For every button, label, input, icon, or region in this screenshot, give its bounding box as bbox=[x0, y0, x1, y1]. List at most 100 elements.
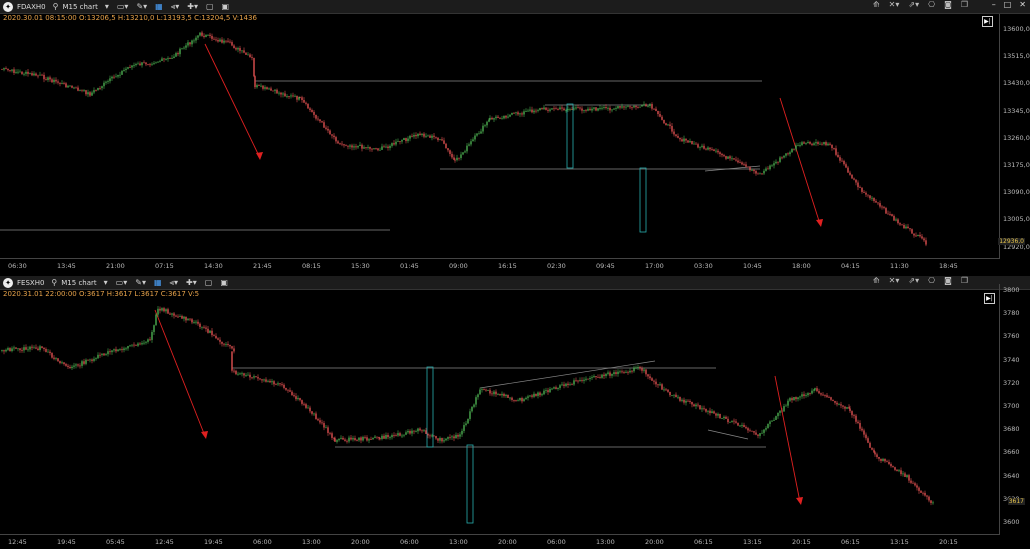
link-icon[interactable]: ⎔ bbox=[928, 276, 935, 285]
top-price-axis[interactable]: 13600,0 13515,0 13430,0 13345,0 13260,0 13175… bbox=[999, 14, 1030, 258]
candle-body bbox=[910, 480, 912, 483]
candle-body bbox=[825, 142, 827, 146]
candle-body bbox=[472, 139, 474, 142]
candle-body bbox=[464, 151, 466, 153]
candle-body bbox=[227, 344, 229, 345]
candle-body bbox=[53, 357, 55, 359]
candle-body bbox=[429, 435, 431, 437]
top-timeframe-dropdown[interactable]: M15 chart bbox=[62, 3, 97, 11]
chart-icon[interactable]: ▦ bbox=[154, 278, 162, 287]
display-icon[interactable]: ▭▾ bbox=[116, 278, 128, 287]
candle-body bbox=[462, 152, 464, 155]
candle-body bbox=[493, 118, 495, 120]
square-icon[interactable]: ▣ bbox=[222, 2, 230, 11]
square-icon[interactable]: ▢ bbox=[205, 278, 213, 287]
bottom-price-axis[interactable]: 3800378037603740372037003680366036403620… bbox=[999, 284, 1030, 534]
candle-body bbox=[533, 393, 535, 397]
candle-body bbox=[113, 349, 115, 351]
search-icon[interactable]: ⚲ bbox=[51, 278, 57, 287]
search-icon[interactable]: ⚲ bbox=[53, 2, 59, 11]
candle-body bbox=[611, 373, 613, 376]
candle-body bbox=[579, 380, 581, 382]
candle-body bbox=[29, 346, 31, 350]
price-tick-label: 3700 bbox=[1003, 402, 1020, 410]
chart-icon[interactable]: ▦ bbox=[155, 2, 163, 11]
candle-body bbox=[828, 396, 830, 398]
tools-icon[interactable]: ✕▾ bbox=[889, 276, 900, 285]
bar-icon[interactable]: ⫷▾ bbox=[170, 278, 179, 288]
candle-body bbox=[607, 372, 609, 374]
chevron-down-icon[interactable]: ▾ bbox=[105, 2, 109, 11]
link-icon[interactable]: ⎔ bbox=[928, 0, 935, 9]
candle-body bbox=[507, 394, 509, 398]
chevron-down-icon[interactable]: ▾ bbox=[104, 278, 108, 287]
top-symbol-label[interactable]: FDAXH0 bbox=[17, 3, 46, 11]
candle-body bbox=[902, 473, 904, 475]
objects-icon[interactable]: ⟰ bbox=[873, 276, 880, 285]
time-tick-label: 13:00 bbox=[302, 538, 321, 546]
candle-body bbox=[873, 449, 875, 453]
square-icon[interactable]: ▢ bbox=[206, 2, 214, 11]
candle-body bbox=[441, 139, 443, 141]
candle-body bbox=[189, 318, 191, 320]
candle-body bbox=[569, 384, 571, 386]
candle-body bbox=[51, 79, 53, 83]
crosshair-icon[interactable]: ✚▾ bbox=[187, 2, 198, 11]
camera-icon[interactable]: ◙ bbox=[944, 276, 952, 285]
candle-body bbox=[397, 141, 399, 142]
candle-body bbox=[615, 108, 617, 110]
top-time-axis[interactable]: 06:30 13:45 21:00 07:15 14:30 21:45 08:15 15:30… bbox=[0, 258, 1000, 273]
candle-body bbox=[161, 308, 163, 311]
candle-body bbox=[93, 90, 95, 93]
candle-body bbox=[77, 87, 79, 91]
candle-body bbox=[539, 392, 541, 396]
display-icon[interactable]: ▭▾ bbox=[117, 2, 129, 11]
candle-body bbox=[421, 133, 423, 135]
measure-box bbox=[566, 103, 574, 169]
maximize-button[interactable]: □ bbox=[1004, 0, 1012, 9]
window-icon[interactable]: ❐ bbox=[961, 276, 968, 285]
camera-icon[interactable]: ◙ bbox=[944, 0, 952, 9]
top-price-chart[interactable] bbox=[0, 14, 1000, 272]
square-icon[interactable]: ▣ bbox=[220, 278, 228, 287]
pencil-icon[interactable]: ✎▾ bbox=[135, 278, 146, 287]
candle-body bbox=[1, 350, 3, 352]
candle-body bbox=[930, 500, 932, 503]
price-tick-label: 3760 bbox=[1003, 332, 1020, 341]
bottom-price-chart[interactable] bbox=[0, 290, 1000, 548]
candle-body bbox=[681, 399, 683, 401]
minimize-button[interactable]: – bbox=[992, 0, 996, 9]
candle-body bbox=[843, 160, 845, 165]
candle-body bbox=[433, 135, 435, 137]
time-tick-label: 01:45 bbox=[400, 262, 419, 270]
candle-body bbox=[928, 496, 930, 501]
candle-body bbox=[201, 326, 203, 328]
candle-body bbox=[35, 347, 37, 349]
candle-body bbox=[483, 389, 485, 391]
link-icon[interactable]: ⇗▾ bbox=[908, 276, 919, 285]
link-icon[interactable]: ⇗▾ bbox=[908, 0, 919, 9]
candle-body bbox=[777, 161, 779, 163]
candle-body bbox=[352, 438, 354, 440]
candle-body bbox=[389, 437, 391, 438]
crosshair-icon[interactable]: ✚▾ bbox=[186, 278, 197, 287]
bottom-timeframe-dropdown[interactable]: M15 chart bbox=[61, 279, 96, 287]
candle-body bbox=[135, 344, 137, 346]
pencil-icon[interactable]: ✎▾ bbox=[136, 2, 147, 11]
tools-icon[interactable]: ✕▾ bbox=[889, 0, 900, 9]
candle-body bbox=[793, 148, 795, 150]
bottom-symbol-label[interactable]: FESXH0 bbox=[17, 279, 44, 287]
candle-body bbox=[7, 348, 9, 350]
candle-body bbox=[288, 96, 290, 97]
candle-body bbox=[589, 377, 591, 379]
objects-icon[interactable]: ⟰ bbox=[873, 0, 880, 9]
bottom-time-axis[interactable]: 12:45 19:45 05:45 12:45 19:45 06:00 13:00 20:00… bbox=[0, 534, 1000, 549]
candle-body bbox=[431, 135, 433, 138]
window-icon[interactable]: ❐ bbox=[961, 0, 968, 9]
candle-body bbox=[37, 75, 39, 77]
candle-body bbox=[771, 420, 773, 422]
candle-body bbox=[577, 107, 579, 109]
close-button[interactable]: ✕ bbox=[1019, 0, 1026, 9]
bar-icon[interactable]: ⫷▾ bbox=[171, 2, 180, 12]
candle-body bbox=[307, 103, 309, 109]
